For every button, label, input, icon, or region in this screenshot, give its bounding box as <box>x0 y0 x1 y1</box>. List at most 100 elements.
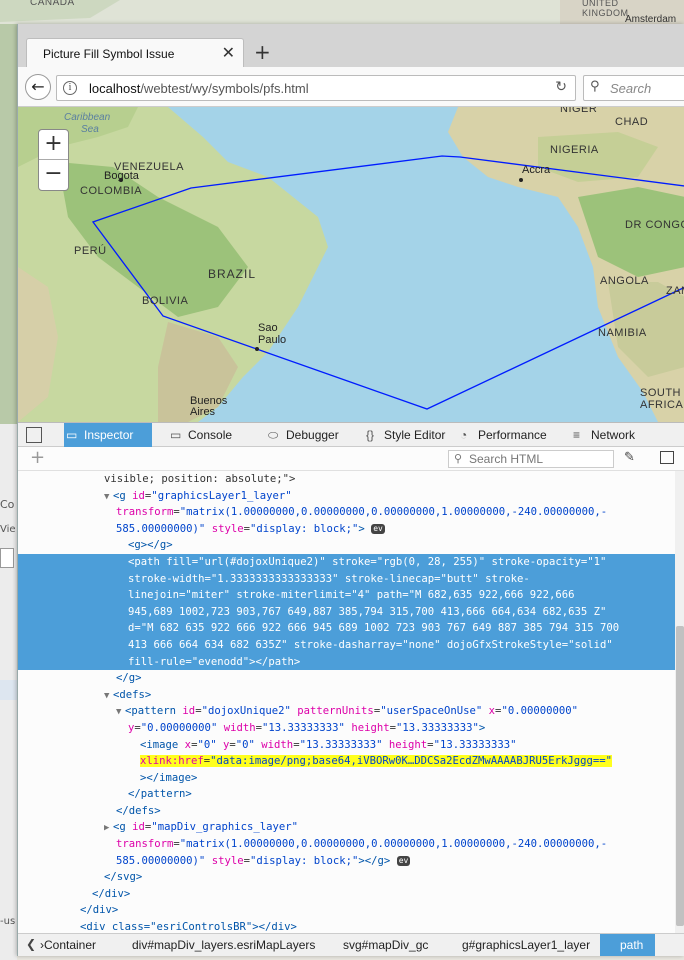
search-placeholder: Search <box>610 81 652 96</box>
markup-tag: > <box>358 522 365 535</box>
markup-line: 413 666 664 634 682 635Z" stroke-dasharr… <box>128 637 675 654</box>
markup-tag: </defs> <box>116 804 161 817</box>
markup-line[interactable]: </div> <box>18 886 675 903</box>
tab-debugger[interactable]: ⬭ Debugger <box>266 423 356 447</box>
tab-console[interactable]: ▭ Console <box>168 423 248 447</box>
add-node-button[interactable]: + <box>30 447 45 469</box>
markup-line[interactable]: </defs> <box>18 803 675 820</box>
markup-line[interactable]: transform="matrix(1.00000000,0.00000000,… <box>18 504 675 521</box>
tab-label: Performance <box>478 428 547 442</box>
markup-text: fill-rule="evenodd"></path> <box>128 655 301 668</box>
breadcrumb-item[interactable]: svg#mapDiv_gc <box>343 934 428 956</box>
map-label-brazil: BRAZIL <box>208 267 257 281</box>
markup-line[interactable]: <div class="esriControlsBR"></div> <box>18 919 675 933</box>
url-text: localhost/webtest/wy/symbols/pfs.html <box>89 81 309 96</box>
markup-tag: <defs> <box>113 688 152 701</box>
markup-tag: </div> <box>92 887 131 900</box>
breadcrumb-item-selected[interactable]: path <box>600 934 656 956</box>
markup-attr: width <box>261 738 294 751</box>
markup-value: "0.00000000" <box>140 721 218 734</box>
markup-line[interactable]: 585.00000000)" style="display: block;"><… <box>18 853 675 870</box>
devtools-tabs: ▭ Inspector ▭ Console ⬭ Debugger {} Style Ed… <box>18 423 684 447</box>
markup-line[interactable]: ▶ <g id="mapDiv_graphics_layer" <box>18 819 675 836</box>
markup-tag: <g <box>113 489 126 502</box>
web-map[interactable]: Caribbean Sea VENEZUELA Bogota COLOMBIA … <box>18 107 684 422</box>
expand-triangle-icon[interactable]: ▼ <box>104 688 113 705</box>
background-sidebar-item: -us <box>0 916 16 927</box>
map-label-africa: AFRICA <box>640 399 684 411</box>
address-bar[interactable]: i localhost/webtest/wy/symbols/pfs.html … <box>56 75 576 101</box>
selected-path-node[interactable]: <path fill="url(#dojoxUnique2)" stroke="… <box>18 553 675 671</box>
markup-line[interactable]: </g> <box>18 670 675 687</box>
markup-line[interactable]: 585.00000000)" style="display: block;"> … <box>18 521 675 538</box>
breadcrumb-item[interactable]: g#graphicsLayer1_layer <box>462 934 590 956</box>
new-tab-button[interactable]: + <box>254 42 271 62</box>
markup-value: "0" <box>197 738 217 751</box>
zoom-out-button[interactable]: − <box>39 160 68 190</box>
map-label-sao: Sao <box>258 322 278 334</box>
markup-line[interactable]: transform="matrix(1.00000000,0.00000000,… <box>18 836 675 853</box>
markup-line[interactable]: ></image> <box>18 770 675 787</box>
background-sidebar-item: Vie <box>0 524 16 535</box>
breadcrumb-item[interactable]: ›Container <box>40 934 96 956</box>
breadcrumb-scroll-left-icon[interactable]: ❮ <box>26 937 36 951</box>
collapsed-triangle-icon[interactable]: ▶ <box>104 820 113 837</box>
tab-style-editor[interactable]: {} Style Editor <box>364 423 454 447</box>
markup-line[interactable]: <g></g> <box>18 537 675 554</box>
tab-performance[interactable]: ◔ Performance <box>458 423 554 447</box>
inspector-icon: ▭ <box>66 428 78 442</box>
expand-triangle-icon[interactable]: ▼ <box>116 704 125 721</box>
markup-line[interactable]: </pattern> <box>18 786 675 803</box>
markup-text: linejoin="miter" stroke-miterlimit="4" p… <box>128 589 575 602</box>
info-icon[interactable]: i <box>63 81 77 95</box>
breadcrumb-item[interactable]: div#mapDiv_layers.esriMapLayers <box>132 934 315 956</box>
markup-line[interactable]: ▼ <g id="graphicsLayer1_layer" <box>18 488 675 505</box>
browser-tab[interactable]: Picture Fill Symbol Issue ✕ <box>26 38 244 68</box>
event-badge[interactable]: ev <box>371 523 385 534</box>
highlight-mark: xlink:href="data:image/png;base64,iVBORw… <box>140 755 612 768</box>
map-label-zambia: ZAM <box>666 285 684 297</box>
browser-window: Picture Fill Symbol Issue ✕ + ← i localh… <box>17 24 684 956</box>
tab-network[interactable]: ≡ Network <box>571 423 651 447</box>
markup-attr: style <box>211 854 244 867</box>
markup-value: "13.33333333" <box>299 738 383 751</box>
zoom-in-button[interactable]: + <box>39 130 68 160</box>
markup-view[interactable]: visible; position: absolute;"> ▼ <g id="g… <box>18 471 675 933</box>
element-picker-icon[interactable] <box>26 427 42 443</box>
inspector-toolbar: + ⚲ Search HTML ✎ <box>18 447 684 471</box>
toggle-sidebar-icon[interactable] <box>660 451 674 464</box>
eyedropper-icon[interactable]: ✎ <box>624 450 635 465</box>
style-editor-icon: {} <box>366 428 375 442</box>
markup-line[interactable]: ▼ <defs> <box>18 687 675 704</box>
tab-inspector[interactable]: ▭ Inspector <box>64 423 152 447</box>
markup-value: "13.33333333" <box>262 721 345 734</box>
markup-line[interactable]: </svg> <box>18 869 675 886</box>
markup-line[interactable]: y="0.00000000" width="13.33333333" heigh… <box>18 720 675 737</box>
reload-icon[interactable]: ↻ <box>555 79 567 95</box>
search-box[interactable]: ⚲ Search <box>583 75 684 101</box>
markup-line-highlighted[interactable]: xlink:href="data:image/png;base64,iVBORw… <box>18 753 675 770</box>
markup-line[interactable]: </div> <box>18 902 675 919</box>
markup-attr: transform <box>116 506 174 519</box>
markup-attr: height <box>351 721 390 734</box>
markup-line[interactable]: visible; position: absolute;"> <box>18 471 675 488</box>
back-button[interactable]: ← <box>25 74 51 100</box>
event-badge[interactable]: ev <box>396 855 411 866</box>
markup-line[interactable]: ▼ <pattern id="dojoxUnique2" patternUnits… <box>18 703 675 720</box>
expand-triangle-icon[interactable]: ▼ <box>104 489 113 506</box>
markup-attr: xlink:href <box>140 755 204 768</box>
markup-tag: <pattern <box>125 705 177 718</box>
scrollbar-thumb[interactable] <box>676 626 684 926</box>
map-label-angola: ANGOLA <box>600 275 649 287</box>
close-tab-icon[interactable]: ✕ <box>222 44 235 62</box>
markup-line: linejoin="miter" stroke-miterlimit="4" p… <box>128 587 675 604</box>
markup-scrollbar[interactable] <box>675 471 684 933</box>
performance-icon: ◔ <box>460 428 468 442</box>
search-html-input[interactable]: ⚲ Search HTML <box>448 450 614 468</box>
map-label-chad: CHAD <box>615 116 649 128</box>
markup-value: "13.33333333" <box>433 738 517 751</box>
markup-tag: <image <box>140 738 179 751</box>
markup-tag: ></image> <box>140 771 198 784</box>
markup-line[interactable]: <image x="0" y="0" width="13.33333333" h… <box>18 737 675 754</box>
markup-value: "display: block;" <box>249 522 359 535</box>
